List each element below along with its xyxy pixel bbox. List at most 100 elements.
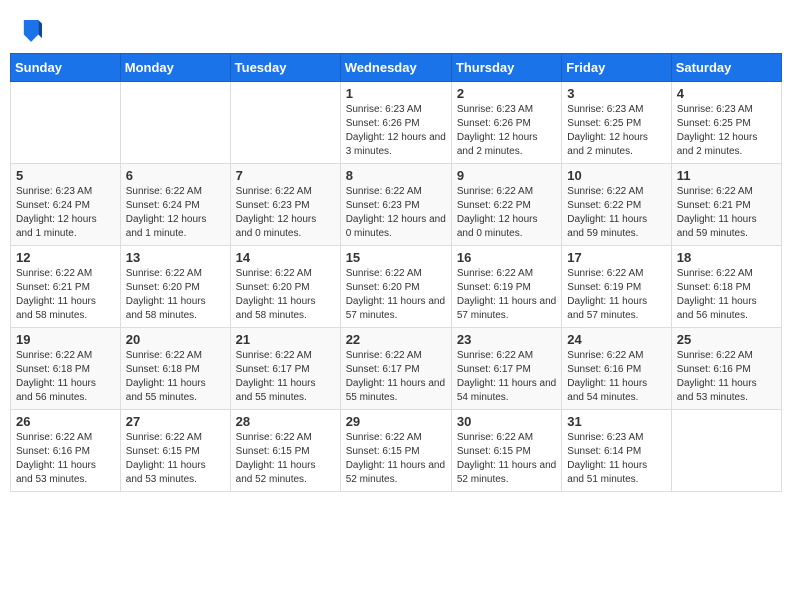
day-info: Sunrise: 6:23 AM Sunset: 6:25 PM Dayligh… (567, 103, 665, 159)
calendar-cell: 27 Sunrise: 6:22 AM Sunset: 6:15 PM Dayli… (120, 410, 230, 492)
day-info: Sunrise: 6:22 AM Sunset: 6:23 PM Dayligh… (346, 185, 446, 241)
calendar-cell: 9Sunrise: 6:22 AM Sunset: 6:22 PM Daylig… (451, 164, 561, 246)
day-number: 13 (126, 250, 225, 265)
day-info: Sunrise: 6:22 AM Sunset: 6:21 PM Dayligh… (677, 185, 776, 241)
calendar-cell: 7 Sunrise: 6:22 AM Sunset: 6:23 PM Daylig… (230, 164, 340, 246)
calendar-cell: 8 Sunrise: 6:22 AM Sunset: 6:23 PM Daylig… (340, 164, 451, 246)
calendar-cell (11, 82, 121, 164)
calendar-cell: 11 Sunrise: 6:22 AM Sunset: 6:21 PM Dayli… (671, 164, 781, 246)
calendar-week-4: 19Sunrise: 6:22 AM Sunset: 6:18 PM Dayli… (11, 328, 782, 410)
day-number: 15 (346, 250, 446, 265)
day-number: 12 (16, 250, 115, 265)
day-number: 30 (457, 414, 556, 429)
day-info: Sunrise: 6:22 AM Sunset: 6:20 PM Dayligh… (236, 267, 335, 323)
day-number: 7 (236, 168, 335, 183)
day-info: Sunrise: 6:22 AM Sunset: 6:16 PM Dayligh… (16, 431, 115, 487)
day-info: Sunrise: 6:22 AM Sunset: 6:17 PM Dayligh… (457, 349, 556, 405)
day-header-tuesday: Tuesday (230, 54, 340, 82)
day-number: 23 (457, 332, 556, 347)
calendar-cell: 4 Sunrise: 6:23 AM Sunset: 6:25 PM Daylig… (671, 82, 781, 164)
day-header-wednesday: Wednesday (340, 54, 451, 82)
day-info: Sunrise: 6:22 AM Sunset: 6:19 PM Dayligh… (457, 267, 556, 323)
calendar-cell: 23 Sunrise: 6:22 AM Sunset: 6:17 PM Dayli… (451, 328, 561, 410)
day-number: 14 (236, 250, 335, 265)
day-info: Sunrise: 6:23 AM Sunset: 6:14 PM Dayligh… (567, 431, 665, 487)
calendar-week-2: 5 Sunrise: 6:23 AM Sunset: 6:24 PM Daylig… (11, 164, 782, 246)
calendar-cell: 30 Sunrise: 6:22 AM Sunset: 6:15 PM Dayli… (451, 410, 561, 492)
day-info: Sunrise: 6:22 AM Sunset: 6:18 PM Dayligh… (677, 267, 776, 323)
calendar-cell: 13 Sunrise: 6:22 AM Sunset: 6:20 PM Dayli… (120, 246, 230, 328)
day-info: Sunrise: 6:22 AM Sunset: 6:16 PM Dayligh… (677, 349, 776, 405)
day-info: Sunrise: 6:22 AM Sunset: 6:17 PM Dayligh… (236, 349, 335, 405)
calendar-cell: 26 Sunrise: 6:22 AM Sunset: 6:16 PM Dayli… (11, 410, 121, 492)
calendar-cell: 5 Sunrise: 6:23 AM Sunset: 6:24 PM Daylig… (11, 164, 121, 246)
day-number: 2 (457, 86, 556, 101)
day-number: 11 (677, 168, 776, 183)
calendar-cell: 20 Sunrise: 6:22 AM Sunset: 6:18 PM Dayli… (120, 328, 230, 410)
day-number: 26 (16, 414, 115, 429)
day-number: 31 (567, 414, 665, 429)
calendar-cell: 15 Sunrise: 6:22 AM Sunset: 6:20 PM Dayli… (340, 246, 451, 328)
day-header-saturday: Saturday (671, 54, 781, 82)
day-info: Sunrise: 6:22 AM Sunset: 6:20 PM Dayligh… (346, 267, 446, 323)
day-info: Sunrise: 6:23 AM Sunset: 6:25 PM Dayligh… (677, 103, 776, 159)
calendar-cell (120, 82, 230, 164)
calendar-cell: 19Sunrise: 6:22 AM Sunset: 6:18 PM Dayli… (11, 328, 121, 410)
calendar-cell: 14 Sunrise: 6:22 AM Sunset: 6:20 PM Dayli… (230, 246, 340, 328)
day-number: 3 (567, 86, 665, 101)
calendar-cell: 1 Sunrise: 6:23 AM Sunset: 6:26 PM Daylig… (340, 82, 451, 164)
day-number: 6 (126, 168, 225, 183)
calendar-week-5: 26 Sunrise: 6:22 AM Sunset: 6:16 PM Dayli… (11, 410, 782, 492)
calendar-cell: 3 Sunrise: 6:23 AM Sunset: 6:25 PM Daylig… (562, 82, 671, 164)
calendar-week-3: 12 Sunrise: 6:22 AM Sunset: 6:21 PM Dayli… (11, 246, 782, 328)
calendar-cell (230, 82, 340, 164)
day-number: 27 (126, 414, 225, 429)
day-info: Sunrise: 6:23 AM Sunset: 6:26 PM Dayligh… (346, 103, 446, 159)
day-info: Sunrise: 6:23 AM Sunset: 6:24 PM Dayligh… (16, 185, 115, 241)
day-info: Sunrise: 6:22 AM Sunset: 6:20 PM Dayligh… (126, 267, 225, 323)
calendar-cell: 31 Sunrise: 6:23 AM Sunset: 6:14 PM Dayli… (562, 410, 671, 492)
day-number: 17 (567, 250, 665, 265)
day-info: Sunrise: 6:22 AM Sunset: 6:23 PM Dayligh… (236, 185, 335, 241)
day-info: Sunrise: 6:22 AM Sunset: 6:15 PM Dayligh… (457, 431, 556, 487)
calendar-cell: 18 Sunrise: 6:22 AM Sunset: 6:18 PM Dayli… (671, 246, 781, 328)
day-number: 8 (346, 168, 446, 183)
day-header-thursday: Thursday (451, 54, 561, 82)
day-info: Sunrise: 6:22 AM Sunset: 6:15 PM Dayligh… (126, 431, 225, 487)
calendar-cell: 2Sunrise: 6:23 AM Sunset: 6:26 PM Daylig… (451, 82, 561, 164)
day-info: Sunrise: 6:22 AM Sunset: 6:21 PM Dayligh… (16, 267, 115, 323)
day-info: Sunrise: 6:22 AM Sunset: 6:18 PM Dayligh… (16, 349, 115, 405)
day-info: Sunrise: 6:22 AM Sunset: 6:18 PM Dayligh… (126, 349, 225, 405)
calendar-cell: 21Sunrise: 6:22 AM Sunset: 6:17 PM Dayli… (230, 328, 340, 410)
calendar-cell: 17Sunrise: 6:22 AM Sunset: 6:19 PM Dayli… (562, 246, 671, 328)
day-number: 22 (346, 332, 446, 347)
logo (20, 18, 44, 47)
day-number: 16 (457, 250, 556, 265)
calendar-header-row: SundayMondayTuesdayWednesdayThursdayFrid… (11, 54, 782, 82)
calendar-cell: 24 Sunrise: 6:22 AM Sunset: 6:16 PM Dayli… (562, 328, 671, 410)
day-info: Sunrise: 6:22 AM Sunset: 6:22 PM Dayligh… (567, 185, 665, 241)
day-info: Sunrise: 6:22 AM Sunset: 6:15 PM Dayligh… (346, 431, 446, 487)
page-header (10, 10, 782, 53)
calendar-cell: 29Sunrise: 6:22 AM Sunset: 6:15 PM Dayli… (340, 410, 451, 492)
calendar-cell: 22 Sunrise: 6:22 AM Sunset: 6:17 PM Dayli… (340, 328, 451, 410)
day-info: Sunrise: 6:22 AM Sunset: 6:16 PM Dayligh… (567, 349, 665, 405)
day-info: Sunrise: 6:22 AM Sunset: 6:24 PM Dayligh… (126, 185, 225, 241)
day-number: 18 (677, 250, 776, 265)
day-number: 28 (236, 414, 335, 429)
day-number: 1 (346, 86, 446, 101)
day-number: 24 (567, 332, 665, 347)
day-number: 25 (677, 332, 776, 347)
day-number: 10 (567, 168, 665, 183)
day-header-monday: Monday (120, 54, 230, 82)
day-info: Sunrise: 6:22 AM Sunset: 6:17 PM Dayligh… (346, 349, 446, 405)
calendar-week-1: 1 Sunrise: 6:23 AM Sunset: 6:26 PM Daylig… (11, 82, 782, 164)
calendar-cell: 10 Sunrise: 6:22 AM Sunset: 6:22 PM Dayli… (562, 164, 671, 246)
day-header-sunday: Sunday (11, 54, 121, 82)
calendar-cell: 12 Sunrise: 6:22 AM Sunset: 6:21 PM Dayli… (11, 246, 121, 328)
calendar-cell (671, 410, 781, 492)
day-number: 5 (16, 168, 115, 183)
day-number: 4 (677, 86, 776, 101)
day-number: 20 (126, 332, 225, 347)
day-info: Sunrise: 6:22 AM Sunset: 6:15 PM Dayligh… (236, 431, 335, 487)
